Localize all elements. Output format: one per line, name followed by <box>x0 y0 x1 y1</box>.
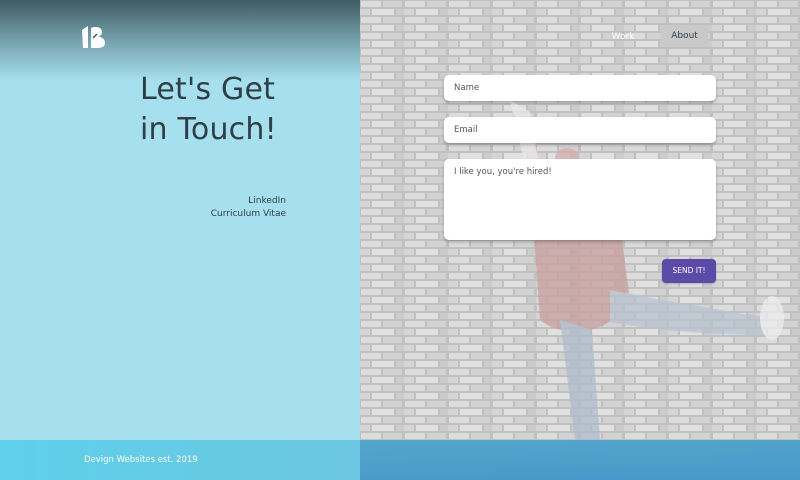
name-field[interactable]: Name <box>444 75 716 101</box>
footer-text: Devign Websites est. 2019 <box>84 455 198 465</box>
cv-link[interactable]: Curriculum Vitae <box>180 208 286 221</box>
nav-about-button[interactable]: About <box>661 25 708 47</box>
message-field[interactable]: I like you, you're hired! <box>444 159 716 240</box>
page-title: Let's Get in Touch! <box>140 70 340 150</box>
nav-work-link[interactable]: Work <box>603 28 643 46</box>
brand-logo-icon[interactable] <box>82 26 106 48</box>
linkedin-link[interactable]: LinkedIn <box>180 195 286 208</box>
footer-right-shade <box>360 440 800 480</box>
headline-line-1: Let's Get <box>140 72 276 107</box>
footer: Devign Websites est. 2019 <box>0 440 800 480</box>
send-button[interactable]: SEND IT! <box>662 259 716 283</box>
header-shade <box>0 0 360 80</box>
email-field[interactable]: Email <box>444 117 716 143</box>
headline-line-2: in Touch! <box>140 112 277 147</box>
profile-links: LinkedIn Curriculum Vitae <box>180 195 286 221</box>
